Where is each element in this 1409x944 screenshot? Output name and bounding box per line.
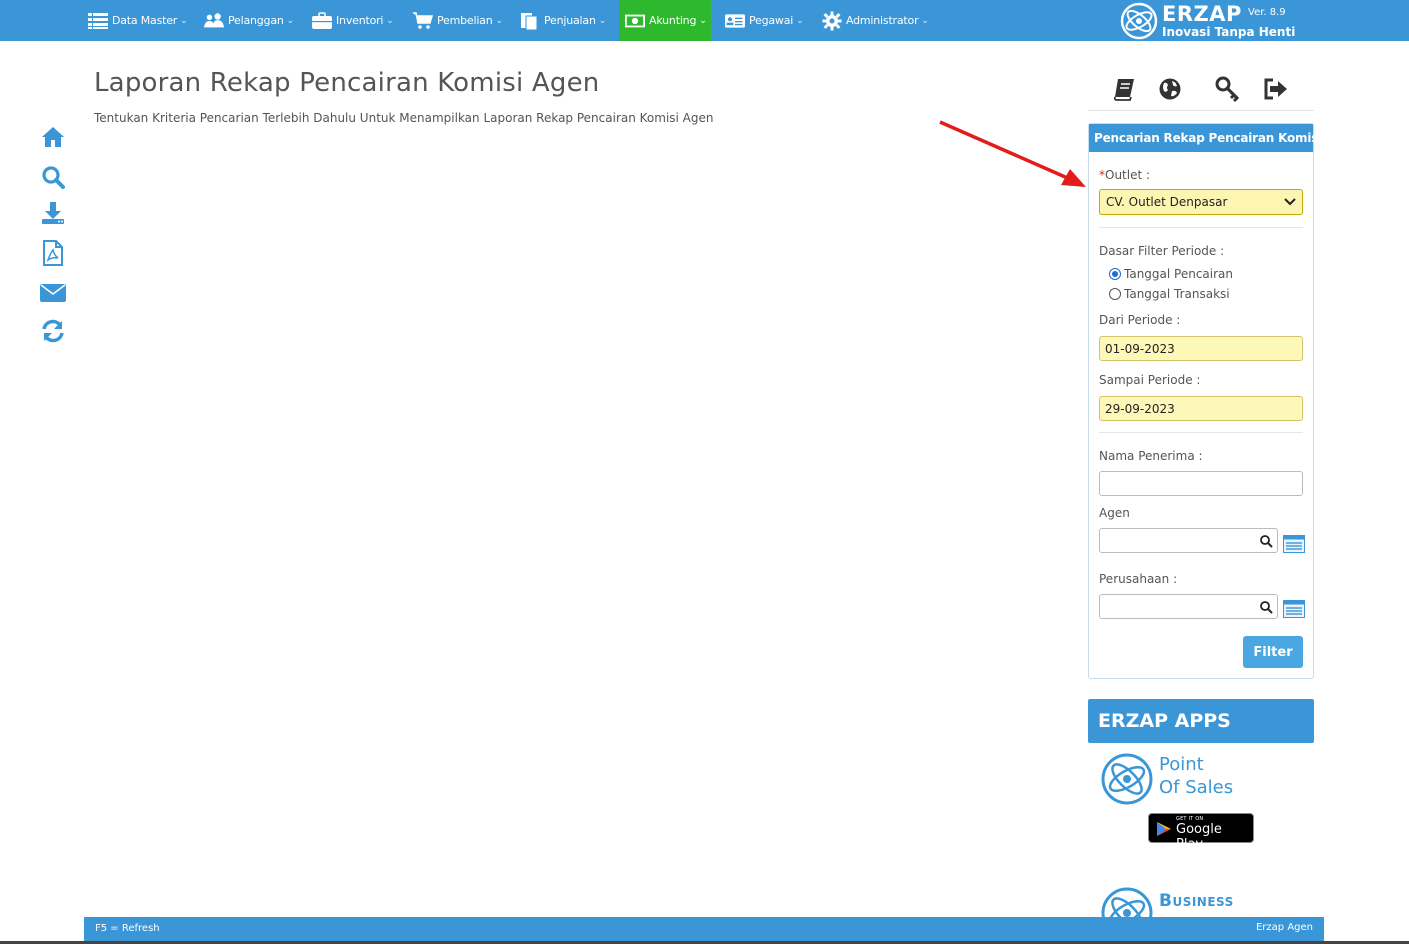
search-panel: Pencarian Rekap Pencairan Komisi *Outlet… — [1088, 123, 1322, 679]
outlet-select[interactable]: CV. Outlet Denpasar — [1099, 189, 1303, 215]
nav-administrator[interactable]: Administrator ⌄ — [822, 0, 929, 41]
radio-tanggal-pencairan[interactable]: Tanggal Pencairan — [1109, 267, 1233, 281]
nav-label: Pembelian — [437, 14, 493, 27]
page-subtitle: Tentukan Kriteria Pencarian Terlebih Dah… — [94, 111, 714, 125]
radio-tanggal-transaksi[interactable]: Tanggal Transaksi — [1109, 287, 1230, 301]
dari-periode-label: Dari Periode : — [1099, 313, 1181, 327]
logout-icon[interactable] — [1263, 76, 1289, 102]
footer-bar: F5 = Refresh Erzap Agen — [84, 917, 1324, 941]
list-icon — [88, 11, 108, 31]
agen-input[interactable] — [1099, 528, 1278, 553]
pos-app-title-line1: Point — [1159, 754, 1204, 775]
sampai-periode-input[interactable]: 29-09-2023 — [1099, 396, 1303, 421]
chevron-down-icon: ⌄ — [286, 15, 295, 26]
brand-version: Ver. 8.9 — [1248, 7, 1286, 18]
cart-icon — [413, 11, 433, 31]
nav-label: Akunting — [649, 14, 697, 27]
agen-label: Agen — [1099, 506, 1130, 520]
google-play-badge[interactable]: GET IT ON Google Play — [1148, 813, 1254, 852]
pdf-icon[interactable] — [40, 240, 66, 266]
nama-penerima-input[interactable] — [1099, 471, 1303, 496]
nav-pegawai[interactable]: Pegawai ⌄ — [725, 0, 804, 41]
pos-app-logo-icon[interactable] — [1100, 752, 1154, 806]
search-icon[interactable] — [40, 164, 66, 190]
nav-pelanggan[interactable]: Pelanggan ⌄ — [204, 0, 294, 41]
email-icon[interactable] — [40, 280, 66, 306]
chevron-down-icon: ⌄ — [180, 15, 188, 26]
divider — [1099, 432, 1303, 433]
search-panel-title: Pencarian Rekap Pencairan Komisi — [1089, 124, 1322, 152]
erzap-logo-icon — [1120, 2, 1158, 40]
filter-button[interactable]: Filter — [1243, 636, 1303, 668]
apps-header: ERZAP APPS — [1088, 699, 1314, 743]
brand[interactable]: ERZAP Ver. 8.9 Inovasi Tanpa Henti — [1120, 2, 1320, 40]
brand-name: ERZAP — [1162, 2, 1242, 26]
nav-label: Administrator — [846, 14, 919, 27]
nav-label: Penjualan — [544, 14, 596, 27]
gear-icon — [822, 11, 842, 31]
red-arrow-annotation — [939, 120, 1086, 187]
periode-basis-label: Dasar Filter Periode : — [1099, 244, 1225, 258]
radio-checked-icon[interactable] — [1109, 268, 1121, 280]
key-icon[interactable] — [1215, 76, 1241, 102]
footer-refresh-hint: F5 = Refresh — [95, 923, 160, 934]
top-navbar: Data Master ⌄ Pelanggan ⌄ Inventori ⌄ Pembe… — [0, 0, 1409, 41]
refresh-icon[interactable] — [40, 318, 66, 344]
briefcase-icon — [312, 11, 332, 31]
sampai-periode-label: Sampai Periode : — [1099, 373, 1201, 387]
id-card-icon — [725, 11, 745, 31]
list-browse-icon[interactable] — [1283, 535, 1305, 553]
chevron-down-icon: ⌄ — [598, 15, 607, 26]
brand-tagline: Inovasi Tanpa Henti — [1162, 25, 1296, 39]
nav-label: Inventori — [336, 14, 384, 27]
business-app-title: Business — [1159, 891, 1234, 911]
play-store-icon — [1157, 822, 1171, 836]
perusahaan-input[interactable] — [1099, 594, 1278, 619]
chevron-down-icon: ⌄ — [796, 15, 804, 26]
radio-label: Tanggal Pencairan — [1124, 267, 1234, 281]
list-browse-icon[interactable] — [1283, 600, 1305, 618]
nav-inventori[interactable]: Inventori ⌄ — [312, 0, 394, 41]
nav-pembelian[interactable]: Pembelian ⌄ — [413, 0, 503, 41]
chevron-down-icon: ⌄ — [921, 15, 929, 26]
divider — [1088, 110, 1314, 111]
chevron-down-icon: ⌄ — [386, 15, 394, 26]
document-icon — [520, 11, 540, 31]
chevron-down-icon: ⌄ — [495, 15, 504, 26]
sampai-periode-value: 29-09-2023 — [1105, 401, 1175, 416]
gplay-text: Google Play — [1176, 822, 1222, 852]
users-icon — [204, 11, 224, 31]
outlet-label: *Outlet : — [1099, 168, 1150, 182]
search-icon[interactable] — [1259, 600, 1273, 614]
divider — [1099, 227, 1303, 228]
dari-periode-value: 01-09-2023 — [1105, 341, 1175, 356]
nav-label: Data Master — [112, 14, 178, 27]
nama-penerima-label: Nama Penerima : — [1099, 449, 1203, 463]
money-icon — [625, 11, 645, 31]
page-title: Laporan Rekap Pencairan Komisi Agen — [94, 68, 600, 98]
nav-label: Pelanggan — [228, 14, 284, 27]
chevron-down-icon — [1284, 198, 1296, 206]
radio-unchecked-icon[interactable] — [1109, 288, 1121, 300]
nav-label: Pegawai — [749, 14, 794, 27]
search-icon[interactable] — [1259, 534, 1273, 548]
pos-app-title-line2: Of Sales — [1159, 777, 1234, 798]
outlet-selected-value: CV. Outlet Denpasar — [1106, 195, 1228, 209]
home-icon[interactable] — [40, 124, 66, 150]
dari-periode-input[interactable]: 01-09-2023 — [1099, 336, 1303, 361]
outlet-label-text: Outlet : — [1105, 168, 1151, 182]
radio-label: Tanggal Transaksi — [1124, 287, 1230, 301]
perusahaan-label: Perusahaan : — [1099, 572, 1178, 586]
footer-app-name: Erzap Agen — [1255, 922, 1313, 933]
nav-penjualan[interactable]: Penjualan ⌄ — [520, 0, 606, 41]
globe-icon[interactable] — [1157, 76, 1183, 102]
nav-akunting[interactable]: Akunting ⌄ — [619, 0, 711, 41]
chevron-down-icon: ⌄ — [699, 15, 707, 26]
download-icon[interactable] — [40, 200, 66, 226]
book-icon[interactable] — [1111, 76, 1137, 102]
nav-data-master[interactable]: Data Master ⌄ — [88, 0, 188, 41]
